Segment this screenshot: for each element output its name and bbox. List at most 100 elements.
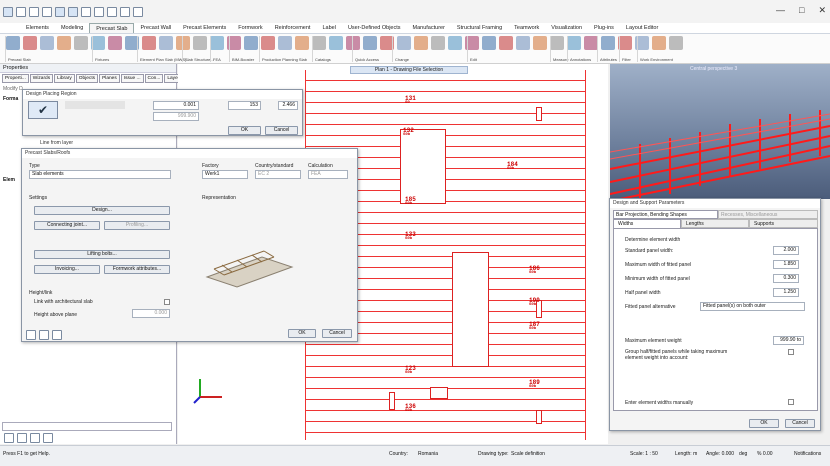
- ribbon-tool-icon[interactable]: [210, 36, 224, 50]
- checkmark-icon[interactable]: ✔: [28, 101, 58, 119]
- menu-item[interactable]: Teamwork: [508, 23, 545, 33]
- ribbon-tool-icon[interactable]: [74, 36, 88, 50]
- percent-value[interactable]: % 0.00: [757, 451, 773, 457]
- country-select[interactable]: EC 2: [255, 170, 301, 179]
- menu-item[interactable]: Visualization: [545, 23, 588, 33]
- opening-outline[interactable]: [536, 410, 542, 424]
- menu-item[interactable]: Label: [316, 23, 341, 33]
- tab-bar-projection[interactable]: Bar Projection, Bending Shapes: [613, 210, 718, 219]
- type-select[interactable]: Slab elements: [29, 170, 171, 179]
- ribbon-tool-icon[interactable]: [499, 36, 513, 50]
- plan-view-title[interactable]: Plan 1 - Drawing File Selection: [350, 66, 468, 74]
- panel-tab[interactable]: Objects: [75, 74, 99, 83]
- ribbon-tool-icon[interactable]: [159, 36, 173, 50]
- formwork-attributes-button[interactable]: Formwork attributes...: [104, 265, 170, 274]
- scale-value[interactable]: Scale: 1 : 50: [630, 451, 658, 457]
- placing-value-2[interactable]: 153: [228, 101, 261, 110]
- panel-tab[interactable]: Planes: [99, 74, 120, 83]
- ribbon-tool-icon[interactable]: [23, 36, 37, 50]
- open-file-icon[interactable]: [29, 6, 39, 17]
- min-width-input[interactable]: 0.300: [773, 274, 799, 283]
- panel-tool-icon-4[interactable]: [43, 433, 53, 443]
- opening-outline[interactable]: [430, 387, 448, 399]
- save-icon[interactable]: [42, 6, 52, 17]
- menu-item[interactable]: Precast Elements: [177, 23, 232, 33]
- group-panels-checkbox[interactable]: [788, 349, 794, 355]
- elements-section[interactable]: Elem: [3, 177, 15, 183]
- element-number-label[interactable]: 186 S0b: [529, 266, 540, 276]
- ribbon-tool-icon[interactable]: [431, 36, 445, 50]
- ribbon-tool-icon[interactable]: [312, 36, 326, 50]
- paste-icon[interactable]: [120, 6, 130, 17]
- ribbon-tool-icon[interactable]: [244, 36, 258, 50]
- panel-tab[interactable]: Issue ...: [120, 74, 144, 83]
- ribbon-tool-icon[interactable]: [108, 36, 122, 50]
- menu-item[interactable]: User-Defined Objects: [342, 23, 407, 33]
- menu-item[interactable]: Plug-ins: [588, 23, 620, 33]
- ribbon-tool-icon[interactable]: [57, 36, 71, 50]
- ribbon-tool-icon[interactable]: [669, 36, 683, 50]
- tab-lengths[interactable]: Lengths: [681, 219, 749, 228]
- height-above-input[interactable]: 0.000: [132, 309, 170, 318]
- settings-icon[interactable]: [94, 6, 104, 17]
- ribbon-tool-icon[interactable]: [176, 36, 190, 50]
- placing-ok-button[interactable]: OK: [228, 126, 261, 135]
- element-number-label[interactable]: 190 S0b: [529, 298, 540, 308]
- minimize-button[interactable]: —: [776, 5, 785, 16]
- tab-supports[interactable]: Supports: [749, 219, 818, 228]
- ribbon-tool-icon[interactable]: [652, 36, 666, 50]
- menu-item[interactable]: Precast Slab: [89, 23, 135, 33]
- fitted-alt-select[interactable]: Fitted panel(s) on both outer: [700, 302, 805, 311]
- ribbon-tool-icon[interactable]: [550, 36, 564, 50]
- drawing-type-value[interactable]: Scale definition: [511, 451, 545, 457]
- maximize-button[interactable]: □: [799, 5, 804, 16]
- element-number-label[interactable]: 184 S0b: [507, 162, 518, 172]
- tab-recesses[interactable]: Recesses, Miscellaneous: [718, 210, 818, 219]
- opening-outline[interactable]: [400, 129, 446, 204]
- panel-tab[interactable]: Library: [54, 74, 75, 83]
- link-arch-checkbox[interactable]: [164, 299, 170, 305]
- undo-icon[interactable]: [55, 6, 65, 17]
- ribbon-tool-icon[interactable]: [6, 36, 20, 50]
- std-width-input[interactable]: 2.000: [773, 246, 799, 255]
- ribbon-tool-icon[interactable]: [346, 36, 360, 50]
- new-file-icon[interactable]: [16, 6, 26, 17]
- angle-value[interactable]: Angle: 0.000: [706, 451, 734, 457]
- support-cancel-button[interactable]: Cancel: [785, 419, 815, 428]
- menu-item[interactable]: Manufacturer: [407, 23, 451, 33]
- notifications-button[interactable]: Notifications: [794, 451, 821, 457]
- ribbon-tool-icon[interactable]: [40, 36, 54, 50]
- element-number-label[interactable]: 189 S0b: [529, 380, 540, 390]
- element-number-label[interactable]: 136 S0b: [405, 404, 416, 414]
- max-width-input[interactable]: 1.850: [773, 260, 799, 269]
- ribbon-tool-icon[interactable]: [601, 36, 615, 50]
- ribbon-tool-icon[interactable]: [397, 36, 411, 50]
- element-number-label[interactable]: 123 S0b: [405, 366, 416, 376]
- panel-tool-icon-2[interactable]: [17, 433, 27, 443]
- design-button[interactable]: Design...: [34, 206, 170, 215]
- ribbon-tool-icon[interactable]: [482, 36, 496, 50]
- copy-icon[interactable]: [107, 6, 117, 17]
- dialog-tool-icon-1[interactable]: [26, 330, 36, 340]
- ribbon-tool-icon[interactable]: [261, 36, 275, 50]
- menu-item[interactable]: Precast Wall: [134, 23, 177, 33]
- factory-select[interactable]: Werk1: [202, 170, 248, 179]
- ribbon-tool-icon[interactable]: [584, 36, 598, 50]
- element-number-label[interactable]: 132 S0b: [403, 128, 414, 138]
- profiling-button[interactable]: Profiling...: [104, 221, 170, 230]
- ribbon-tool-icon[interactable]: [329, 36, 343, 50]
- ribbon-tool-icon[interactable]: [618, 36, 632, 50]
- invoicing-button[interactable]: Invoicing...: [34, 265, 100, 274]
- support-ok-button[interactable]: OK: [749, 419, 779, 428]
- angle-unit[interactable]: deg: [739, 451, 747, 457]
- half-width-input[interactable]: 1.250: [773, 288, 799, 297]
- perspective-title[interactable]: Central perspective 3: [690, 66, 737, 72]
- menu-item[interactable]: Formwork: [232, 23, 268, 33]
- pattern-selector[interactable]: [65, 101, 125, 109]
- ribbon-tool-icon[interactable]: [295, 36, 309, 50]
- dialog-tool-icon-3[interactable]: [52, 330, 62, 340]
- element-number-label[interactable]: 131 S0: [405, 96, 416, 106]
- menu-item[interactable]: Modeling: [55, 23, 89, 33]
- connecting-joint-button[interactable]: Connecting joint...: [34, 221, 100, 230]
- ribbon-tool-icon[interactable]: [91, 36, 105, 50]
